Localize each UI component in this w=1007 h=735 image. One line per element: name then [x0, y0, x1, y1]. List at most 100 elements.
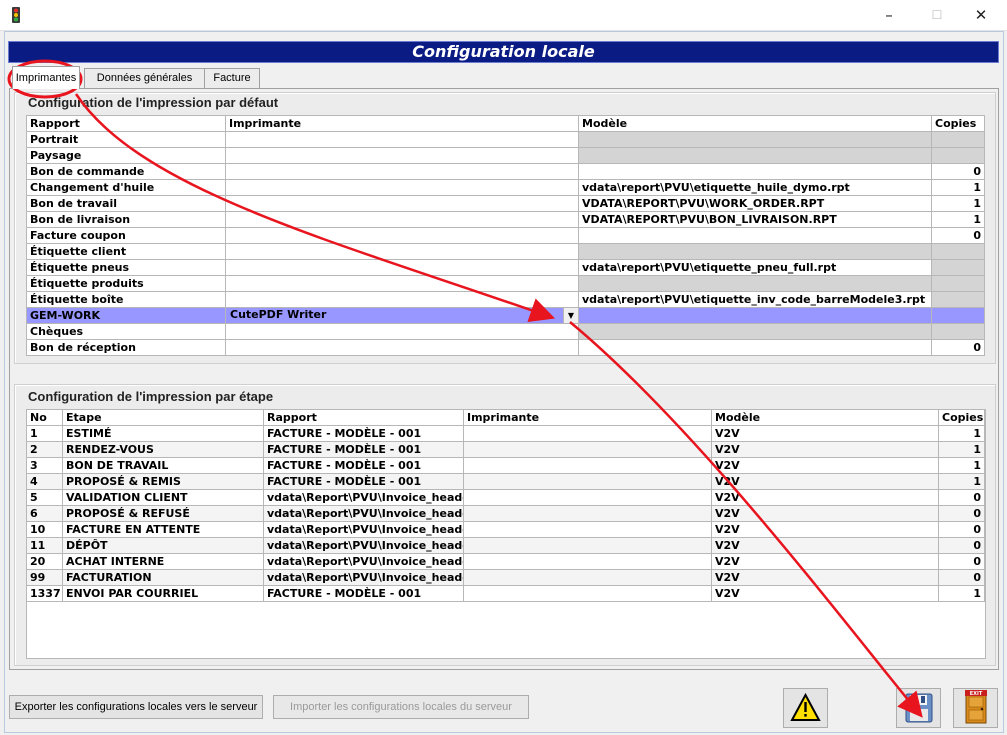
- step-print-row[interactable]: 5 VALIDATION CLIENT vdata\Report\PVU\Invoi…: [26, 489, 985, 506]
- default-print-row[interactable]: Étiquette produits: [26, 275, 985, 292]
- step-print-row[interactable]: 99 FACTURATION vdata\Report\PVU\Invoice_he…: [26, 569, 985, 586]
- cell-imprimante[interactable]: [225, 259, 579, 276]
- cell-copies[interactable]: [931, 307, 985, 324]
- cell-no[interactable]: 11: [26, 537, 63, 554]
- cell-imprimante[interactable]: [225, 179, 579, 196]
- cell-copies[interactable]: [931, 243, 985, 260]
- cell-copies[interactable]: 0: [931, 163, 985, 180]
- cell-imprimante[interactable]: [225, 243, 579, 260]
- default-print-row[interactable]: Bon de travail VDATA\REPORT\PVU\WORK_ORDE…: [26, 195, 985, 212]
- cell-modele[interactable]: V2V: [711, 553, 939, 570]
- step-print-row[interactable]: 2 RENDEZ-VOUS FACTURE - MODÈLE - 001 V2V 1: [26, 441, 985, 458]
- cell-no[interactable]: 20: [26, 553, 63, 570]
- default-print-row[interactable]: Facture coupon 0: [26, 227, 985, 244]
- default-print-row[interactable]: Bon de réception 0: [26, 339, 985, 356]
- cell-modele[interactable]: vdata\report\PVU\etiquette_inv_code_barr…: [578, 291, 932, 308]
- column-header-imprimante[interactable]: Imprimante: [463, 409, 712, 426]
- cell-rapport[interactable]: vdata\Report\PVU\Invoice_heade: [263, 537, 464, 554]
- cell-copies[interactable]: [931, 131, 985, 148]
- cell-copies[interactable]: [931, 275, 985, 292]
- cell-etape[interactable]: DÉPÔT: [62, 537, 264, 554]
- export-config-button[interactable]: Exporter les configurations locales vers…: [9, 695, 263, 719]
- cell-rapport[interactable]: FACTURE - MODÈLE - 001: [263, 441, 464, 458]
- cell-etape[interactable]: PROPOSÉ & REFUSÉ: [62, 505, 264, 522]
- cell-etape[interactable]: RENDEZ-VOUS: [62, 441, 264, 458]
- cell-modele[interactable]: [578, 131, 932, 148]
- cell-modele[interactable]: V2V: [711, 457, 939, 474]
- cell-imprimante[interactable]: [225, 339, 579, 356]
- column-header-copies[interactable]: Copies: [938, 409, 985, 426]
- import-config-button[interactable]: Importer les configurations locales du s…: [273, 695, 529, 719]
- cell-copies[interactable]: 0: [938, 553, 985, 570]
- default-print-row[interactable]: Portrait: [26, 131, 985, 148]
- cell-modele[interactable]: V2V: [711, 505, 939, 522]
- column-header-imprimante[interactable]: Imprimante: [225, 115, 579, 132]
- cell-rapport[interactable]: vdata\Report\PVU\Invoice_heade: [263, 489, 464, 506]
- cell-copies[interactable]: 1: [938, 473, 985, 490]
- cell-modele[interactable]: VDATA\REPORT\PVU\WORK_ORDER.RPT: [578, 195, 932, 212]
- cell-rapport[interactable]: vdata\Report\PVU\Invoice_heade: [263, 505, 464, 522]
- dropdown-arrow-icon[interactable]: ▼: [563, 308, 578, 323]
- cell-etape[interactable]: BON DE TRAVAIL: [62, 457, 264, 474]
- cell-rapport[interactable]: vdata\Report\PVU\Invoice_heade: [263, 521, 464, 538]
- cell-copies[interactable]: [931, 259, 985, 276]
- cell-rapport[interactable]: vdata\Report\PVU\Invoice_heade: [263, 553, 464, 570]
- cell-modele[interactable]: V2V: [711, 425, 939, 442]
- cell-copies[interactable]: 1: [931, 211, 985, 228]
- cell-modele[interactable]: V2V: [711, 441, 939, 458]
- default-print-row[interactable]: Bon de livraison VDATA\REPORT\PVU\BON_LIV…: [26, 211, 985, 228]
- save-button[interactable]: [896, 688, 941, 728]
- step-print-row[interactable]: 1337 ENVOI PAR COURRIEL FACTURE - MODÈLE -…: [26, 585, 985, 602]
- cell-imprimante[interactable]: [225, 227, 579, 244]
- cell-modele[interactable]: V2V: [711, 473, 939, 490]
- step-print-row[interactable]: 20 ACHAT INTERNE vdata\Report\PVU\Invoice_…: [26, 553, 985, 570]
- cell-modele[interactable]: V2V: [711, 521, 939, 538]
- cell-imprimante[interactable]: [463, 585, 712, 602]
- cell-copies[interactable]: 0: [938, 505, 985, 522]
- cell-copies[interactable]: 1: [931, 195, 985, 212]
- cell-copies[interactable]: 1: [938, 585, 985, 602]
- cell-modele[interactable]: [578, 163, 932, 180]
- cell-modele[interactable]: V2V: [711, 537, 939, 554]
- cell-etape[interactable]: PROPOSÉ & REMIS: [62, 473, 264, 490]
- cell-rapport[interactable]: FACTURE - MODÈLE - 001: [263, 425, 464, 442]
- cell-copies[interactable]: 0: [931, 227, 985, 244]
- cell-no[interactable]: 5: [26, 489, 63, 506]
- cell-copies[interactable]: 0: [931, 339, 985, 356]
- step-print-row[interactable]: 11 DÉPÔT vdata\Report\PVU\Invoice_heade V2V…: [26, 537, 985, 554]
- cell-copies[interactable]: [931, 291, 985, 308]
- step-print-row[interactable]: 6 PROPOSÉ & REFUSÉ vdata\Report\PVU\Invoic…: [26, 505, 985, 522]
- cell-imprimante[interactable]: [463, 441, 712, 458]
- default-print-row[interactable]: Changement d'huile vdata\report\PVU\etiqu…: [26, 179, 985, 196]
- cell-imprimante[interactable]: [225, 163, 579, 180]
- cell-copies[interactable]: [931, 147, 985, 164]
- default-print-row[interactable]: Étiquette boîte vdata\report\PVU\etiquett…: [26, 291, 985, 308]
- cell-copies[interactable]: 1: [938, 457, 985, 474]
- cell-imprimante[interactable]: [225, 291, 579, 308]
- cell-imprimante[interactable]: [225, 275, 579, 292]
- cell-etape[interactable]: ENVOI PAR COURRIEL: [62, 585, 264, 602]
- cell-no[interactable]: 4: [26, 473, 63, 490]
- printer-combobox[interactable]: CutePDF Writer ▼: [225, 307, 579, 324]
- cell-imprimante[interactable]: [463, 425, 712, 442]
- cell-imprimante[interactable]: [225, 211, 579, 228]
- cell-copies[interactable]: 1: [931, 179, 985, 196]
- cell-copies[interactable]: 0: [938, 489, 985, 506]
- cell-etape[interactable]: FACTURE EN ATTENTE: [62, 521, 264, 538]
- cell-modele[interactable]: V2V: [711, 569, 939, 586]
- cell-imprimante[interactable]: [463, 505, 712, 522]
- cell-modele[interactable]: VDATA\REPORT\PVU\BON_LIVRAISON.RPT: [578, 211, 932, 228]
- cell-copies[interactable]: 0: [938, 521, 985, 538]
- cell-no[interactable]: 3: [26, 457, 63, 474]
- column-header-modele[interactable]: Modèle: [711, 409, 939, 426]
- column-header-copies[interactable]: Copies: [931, 115, 985, 132]
- step-print-row[interactable]: 4 PROPOSÉ & REMIS FACTURE - MODÈLE - 001 V2…: [26, 473, 985, 490]
- cell-no[interactable]: 6: [26, 505, 63, 522]
- cell-modele[interactable]: [578, 147, 932, 164]
- default-print-row[interactable]: Bon de commande 0: [26, 163, 985, 180]
- default-print-row[interactable]: Paysage: [26, 147, 985, 164]
- cell-rapport[interactable]: FACTURE - MODÈLE - 001: [263, 585, 464, 602]
- cell-modele[interactable]: [578, 275, 932, 292]
- tab-facture[interactable]: Facture: [204, 68, 260, 88]
- cell-rapport[interactable]: FACTURE - MODÈLE - 001: [263, 457, 464, 474]
